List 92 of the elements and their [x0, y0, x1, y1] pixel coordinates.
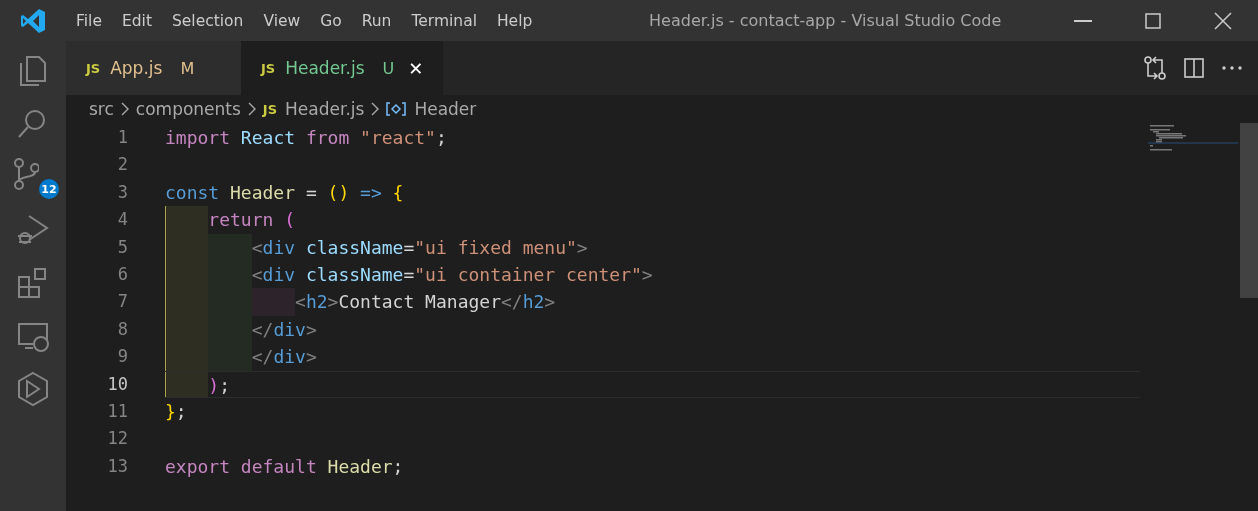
split-editor-icon[interactable] — [1184, 58, 1204, 78]
code-token: from — [304, 126, 350, 150]
breadcrumb-item[interactable]: src — [89, 99, 114, 119]
code-token: export default — [165, 454, 317, 479]
editor-tab[interactable]: JS Header.js U ✕ — [241, 41, 444, 95]
source-control-icon[interactable] — [13, 157, 39, 191]
code-token: className — [304, 235, 404, 260]
count-badge: 12 — [39, 179, 59, 199]
chevron-icon — [370, 102, 381, 116]
code-token: React — [239, 126, 296, 150]
line-number: 1 — [116, 126, 128, 149]
code-token: > — [641, 262, 653, 287]
code-token: < — [165, 233, 263, 261]
code-token: > — [576, 235, 588, 260]
code-token: div — [273, 345, 306, 370]
code-token: > — [544, 290, 556, 315]
code-token: "ui container center" — [414, 262, 642, 287]
line-number: 13 — [106, 454, 128, 478]
line-number: 7 — [116, 290, 128, 314]
code-token: ; — [435, 126, 447, 150]
code-token: > — [305, 317, 317, 342]
js-file-icon: JS — [262, 101, 278, 117]
line-number: 8 — [116, 317, 128, 341]
chevron-icon — [246, 102, 257, 116]
code-token: "ui fixed menu" — [414, 235, 577, 260]
menu-item[interactable]: File — [66, 11, 112, 30]
code-token: } — [165, 399, 176, 424]
js-file-icon: JS — [86, 60, 101, 76]
code-token: = — [304, 180, 317, 205]
js-file-icon: JS — [261, 60, 276, 76]
menu-item[interactable]: Selection — [161, 11, 254, 30]
breadcrumb-item[interactable]: Header.js — [285, 99, 365, 119]
maximize-icon[interactable] — [1145, 12, 1161, 29]
breadcrumb-item[interactable]: components — [135, 99, 241, 119]
code-token: ; — [175, 399, 187, 424]
git-status: M — [180, 58, 195, 78]
close-tab-button[interactable]: ✕ — [408, 57, 424, 79]
scrollbar-thumb[interactable] — [1240, 123, 1258, 298]
code-token: h2 — [305, 290, 328, 315]
menu-item[interactable]: View — [253, 11, 311, 30]
line-number: 4 — [116, 208, 128, 232]
code-token: import — [165, 126, 231, 150]
line-number: 3 — [116, 180, 128, 204]
code-token: </ — [165, 315, 274, 344]
code-token: < — [165, 260, 263, 289]
code-token: </ — [165, 343, 274, 371]
line-number: 11 — [106, 399, 128, 423]
code-token: "react" — [359, 126, 436, 150]
code-token: > — [327, 290, 339, 315]
code-token: ; — [219, 373, 231, 397]
menu-item[interactable]: Go — [310, 11, 352, 30]
code-token: const — [165, 180, 220, 205]
code-token: = — [403, 262, 415, 287]
line-number: 10 — [106, 372, 128, 396]
code-token: Header — [229, 180, 296, 205]
code-token: = — [403, 235, 415, 260]
code-token: h2 — [522, 290, 545, 315]
minimize-icon[interactable] — [1074, 19, 1092, 22]
editor-tab[interactable]: JS App.js M — [66, 41, 241, 95]
menu-item[interactable]: Run — [351, 11, 402, 30]
compare-changes-icon[interactable] — [1144, 56, 1166, 80]
menu-item[interactable]: Help — [486, 11, 543, 30]
code-token: className — [304, 262, 404, 287]
code-token: () — [326, 180, 350, 205]
code-token: > — [305, 345, 317, 370]
code-token: </ — [501, 290, 523, 315]
code-token: { — [391, 180, 404, 205]
code-token: ; — [392, 454, 404, 479]
symbol-icon — [386, 101, 407, 117]
line-number: 6 — [116, 262, 128, 286]
line-number: 2 — [116, 153, 128, 177]
line-number: 12 — [106, 427, 128, 451]
code-token: div — [273, 317, 306, 342]
line-number: 9 — [116, 345, 128, 369]
code-token: div — [262, 235, 296, 260]
more-actions-icon[interactable] — [1222, 66, 1242, 70]
code-token: ( — [283, 208, 296, 233]
code-token: Header — [326, 454, 393, 479]
code-token: return — [165, 206, 274, 234]
line-number: 5 — [116, 235, 128, 259]
code-token: => — [359, 180, 382, 205]
chevron-icon — [119, 102, 130, 116]
code-token: div — [262, 262, 296, 287]
menu-item[interactable]: Terminal — [401, 11, 487, 30]
code-token: < — [165, 288, 306, 316]
close-icon[interactable] — [1214, 11, 1232, 30]
git-status: U — [382, 58, 395, 78]
menu-item[interactable]: Edit — [111, 11, 162, 30]
code-token: Contact Manager — [338, 290, 501, 315]
breadcrumb-item[interactable]: Header — [414, 99, 477, 119]
vscode-logo-icon — [20, 7, 46, 34]
window-title: Header.js - contact-app - Visual Studio Code — [648, 11, 1003, 30]
